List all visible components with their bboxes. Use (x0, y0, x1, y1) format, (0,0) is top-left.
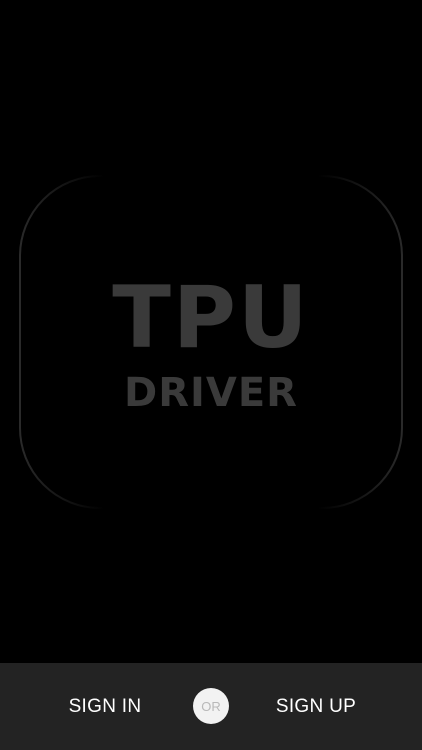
or-separator-badge: OR (193, 688, 229, 724)
sign-up-button[interactable]: SIGN UP (240, 663, 392, 750)
splash-screen: TPU DRIVER SIGN IN OR SIGN UP (0, 0, 422, 750)
sign-in-button[interactable]: SIGN IN (28, 663, 182, 750)
logo-subtitle: DRIVER (124, 370, 298, 416)
logo-title: TPU (112, 268, 310, 368)
auth-bottom-bar: SIGN IN OR SIGN UP (0, 663, 422, 750)
